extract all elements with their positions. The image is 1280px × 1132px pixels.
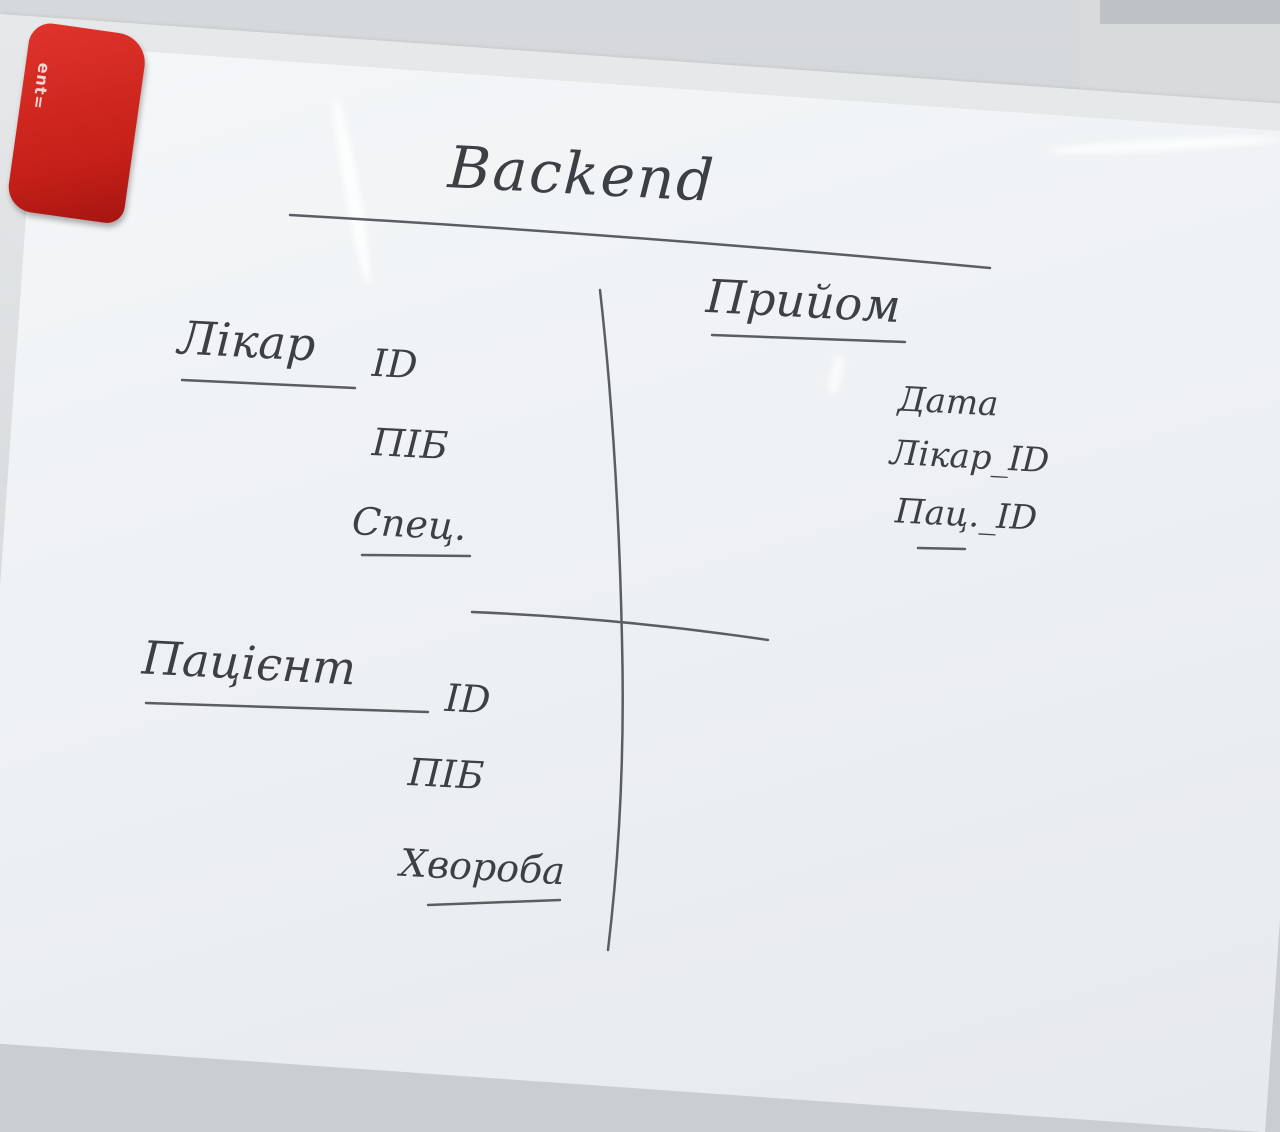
patient-field-id: ID [443, 675, 492, 723]
doctor-field-id: ID [370, 340, 419, 388]
patient-field-name: ПІБ [406, 750, 486, 798]
patient-underline [144, 701, 430, 714]
doctor-entity-name: Лікар [176, 310, 317, 372]
doctor-underline [180, 378, 357, 390]
appointment-field-patient-id: Пац._ID [894, 491, 1039, 539]
appointment-field-date: Дата [897, 379, 1000, 425]
doctor-field-spec: Спец. [350, 499, 468, 549]
board-title: Backend [446, 133, 718, 215]
patient-field-disease: Хвороба [398, 840, 567, 894]
appointment-field-doctor-id: Лікар_ID [889, 432, 1051, 482]
patient-entity-name: Пацієнт [140, 630, 358, 696]
appointment-underline [710, 333, 907, 344]
title-underline [288, 213, 992, 270]
appointment-entity-name: Прийом [704, 268, 902, 334]
doctor-field-name: ПІБ [370, 420, 450, 468]
pac-underline [916, 546, 967, 551]
horizontal-divider [470, 610, 770, 642]
disease-underline [426, 898, 562, 907]
spec-underline [360, 553, 472, 558]
